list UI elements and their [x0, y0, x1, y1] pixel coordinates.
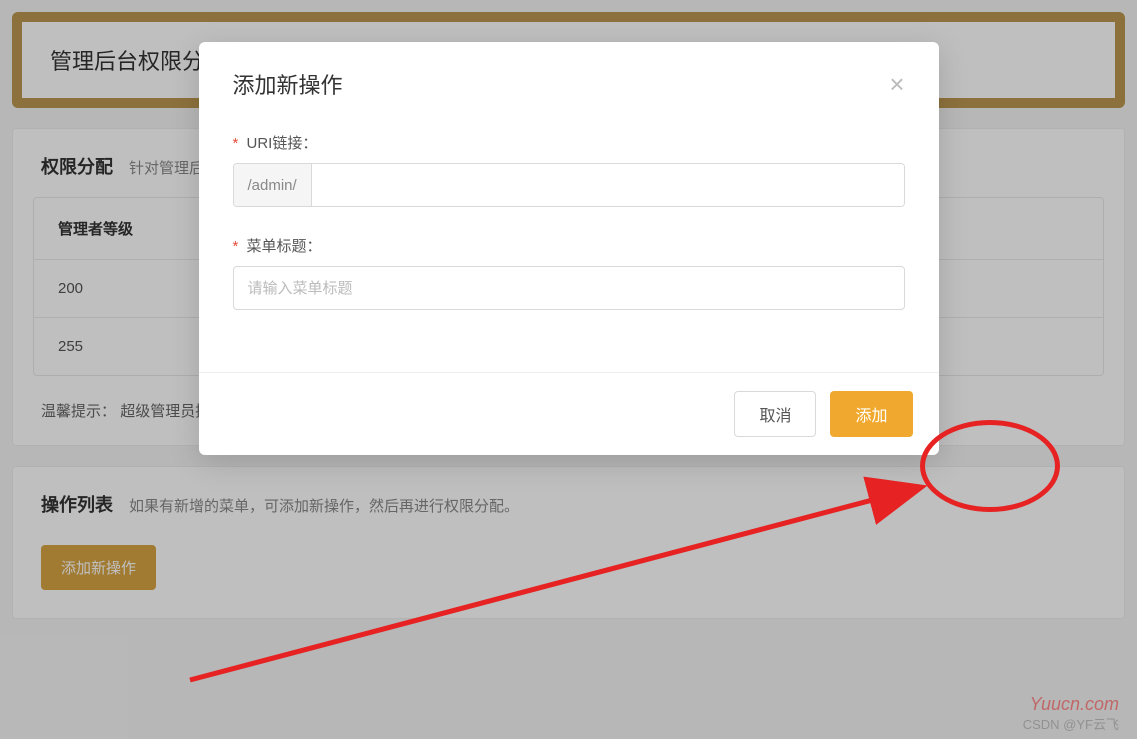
- menu-title-field-row: * 菜单标题：: [233, 235, 905, 310]
- menu-title-input[interactable]: [233, 266, 905, 310]
- cancel-button[interactable]: 取消: [734, 391, 816, 437]
- modal-body: * URI链接： /admin/ * 菜单标题：: [199, 112, 939, 372]
- menu-title-label-text: 菜单标题：: [247, 238, 322, 255]
- modal-overlay[interactable]: 添加新操作 × * URI链接： /admin/ * 菜单标题：: [0, 0, 1137, 739]
- confirm-add-button[interactable]: 添加: [830, 391, 912, 437]
- modal-header: 添加新操作 ×: [199, 42, 939, 112]
- uri-label: * URI链接：: [233, 132, 905, 153]
- add-operation-modal: 添加新操作 × * URI链接： /admin/ * 菜单标题：: [199, 42, 939, 455]
- uri-input[interactable]: [312, 164, 904, 206]
- menu-title-label: * 菜单标题：: [233, 235, 905, 256]
- modal-footer: 取消 添加: [199, 372, 939, 455]
- modal-title: 添加新操作: [233, 68, 343, 100]
- uri-prefix: /admin/: [234, 164, 312, 206]
- uri-label-text: URI链接：: [247, 135, 318, 152]
- required-mark: *: [233, 135, 239, 152]
- uri-input-group: /admin/: [233, 163, 905, 207]
- required-mark: *: [233, 238, 239, 255]
- close-icon[interactable]: ×: [889, 71, 904, 97]
- uri-field-row: * URI链接： /admin/: [233, 132, 905, 207]
